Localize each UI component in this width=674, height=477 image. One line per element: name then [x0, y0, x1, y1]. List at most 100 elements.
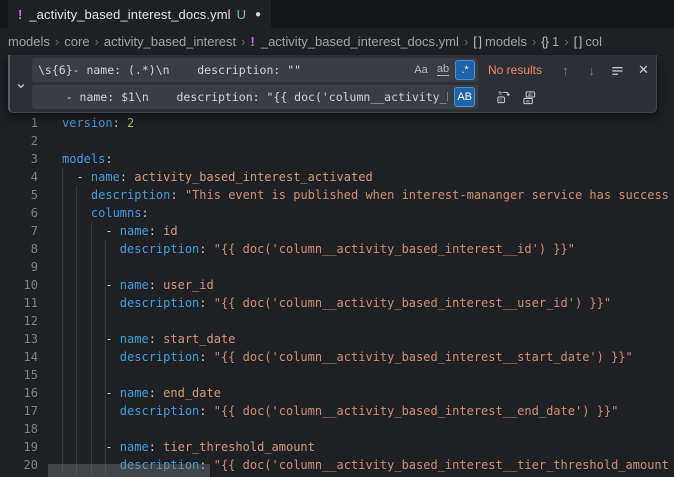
- line-number[interactable]: 10: [0, 276, 38, 294]
- breadcrumb-separator-icon: ›: [90, 34, 104, 49]
- line-number[interactable]: 17: [0, 402, 38, 420]
- breadcrumb-separator-icon: ›: [459, 34, 473, 49]
- editor-pane[interactable]: 1version: 223models:4 - name: activity_b…: [0, 54, 674, 477]
- array-symbol-icon: [ ]: [473, 34, 481, 49]
- toggle-replace-button[interactable]: ⌄: [10, 58, 32, 109]
- code-line-text: description: "{{ doc('column__activity_b…: [62, 402, 618, 420]
- breadcrumb-label: models: [485, 34, 527, 49]
- line-number[interactable]: 6: [0, 204, 38, 222]
- breadcrumb-item[interactable]: {} 1: [541, 34, 559, 49]
- line-number[interactable]: 15: [0, 366, 38, 384]
- line-number[interactable]: 14: [0, 348, 38, 366]
- code-line[interactable]: 15: [0, 366, 674, 384]
- svg-text:ac: ac: [525, 98, 530, 103]
- replace-input[interactable]: [32, 90, 454, 104]
- code-line[interactable]: 19 - name: tier_threshold_amount: [0, 438, 674, 456]
- tab-activity-docs[interactable]: ! _activity_based_interest_docs.yml U ●: [8, 0, 271, 28]
- line-number[interactable]: 11: [0, 294, 38, 312]
- breadcrumb-item[interactable]: [ ] models: [473, 34, 527, 49]
- code-line[interactable]: 11 description: "{{ doc('column__activit…: [0, 294, 674, 312]
- line-number[interactable]: 19: [0, 438, 38, 456]
- object-symbol-icon: {}: [541, 34, 548, 49]
- line-number[interactable]: 4: [0, 168, 38, 186]
- code-line-text: - name: id: [62, 222, 178, 240]
- code-line[interactable]: 14 description: "{{ doc('column__activit…: [0, 348, 674, 366]
- replace-icon: c fb: [496, 90, 511, 105]
- code-line[interactable]: 12: [0, 312, 674, 330]
- code-line[interactable]: 7 - name: id: [0, 222, 674, 240]
- code-line[interactable]: 18: [0, 420, 674, 438]
- find-in-selection-button[interactable]: [607, 60, 628, 81]
- breadcrumb-item[interactable]: core: [64, 34, 89, 49]
- next-match-button[interactable]: ↓: [581, 60, 602, 81]
- code-line[interactable]: 17 description: "{{ doc('column__activit…: [0, 402, 674, 420]
- breadcrumb-label: activity_based_interest: [104, 34, 236, 49]
- whole-word-icon: ab: [437, 64, 449, 76]
- breadcrumb-separator-icon: ›: [236, 34, 250, 49]
- svg-text:ab: ab: [528, 92, 533, 97]
- breadcrumb-label: models: [8, 34, 50, 49]
- breadcrumb-label: core: [64, 34, 89, 49]
- code-line[interactable]: 2: [0, 132, 674, 150]
- find-input-box: Aa ab .*: [32, 58, 478, 82]
- line-number[interactable]: 2: [0, 132, 38, 150]
- code-content: 1version: 223models:4 - name: activity_b…: [0, 114, 674, 474]
- line-number[interactable]: 12: [0, 312, 38, 330]
- match-case-button[interactable]: Aa: [411, 60, 431, 80]
- code-line-text: description: "{{ doc('column__activity_b…: [62, 348, 633, 366]
- line-number[interactable]: 3: [0, 150, 38, 168]
- replace-all-button[interactable]: ab ac: [519, 87, 540, 108]
- line-number[interactable]: 18: [0, 420, 38, 438]
- line-number[interactable]: 16: [0, 384, 38, 402]
- code-line[interactable]: 16 - name: end_date: [0, 384, 674, 402]
- code-line[interactable]: 13 - name: start_date: [0, 330, 674, 348]
- line-number[interactable]: 13: [0, 330, 38, 348]
- breadcrumb-separator-icon: ›: [527, 34, 541, 49]
- code-line-text: - name: start_date: [62, 330, 235, 348]
- whole-word-button[interactable]: ab: [433, 60, 453, 80]
- horizontal-scrollbar[interactable]: [48, 464, 210, 477]
- code-line[interactable]: 4 - name: activity_based_interest_activa…: [0, 168, 674, 186]
- code-line[interactable]: 5 description: "This event is published …: [0, 186, 674, 204]
- code-line[interactable]: 9: [0, 258, 674, 276]
- line-number[interactable]: 7: [0, 222, 38, 240]
- git-status-badge: U: [237, 7, 246, 22]
- code-line-text: description: "This event is published wh…: [62, 186, 669, 204]
- modified-dot-icon[interactable]: ●: [255, 9, 261, 20]
- line-number[interactable]: 8: [0, 240, 38, 258]
- line-number[interactable]: 9: [0, 258, 38, 276]
- regex-button[interactable]: .*: [455, 60, 475, 80]
- code-line[interactable]: 10 - name: user_id: [0, 276, 674, 294]
- code-line[interactable]: 8 description: "{{ doc('column__activity…: [0, 240, 674, 258]
- find-input[interactable]: [32, 63, 411, 77]
- close-button[interactable]: ✕: [633, 60, 654, 81]
- breadcrumb: models›core›activity_based_interest›!_ac…: [0, 28, 674, 54]
- previous-match-button[interactable]: ↑: [555, 60, 576, 81]
- code-line[interactable]: 6 columns:: [0, 204, 674, 222]
- chevron-down-icon: ⌄: [14, 79, 27, 89]
- replace-input-box: AB: [32, 85, 478, 109]
- svg-text:c: c: [499, 97, 502, 103]
- vscode-window: ! _activity_based_interest_docs.yml U ● …: [0, 0, 674, 477]
- arrow-up-icon: ↑: [562, 63, 569, 78]
- code-line[interactable]: 3models:: [0, 150, 674, 168]
- code-line[interactable]: 1version: 2: [0, 114, 674, 132]
- breadcrumb-label: 1: [552, 34, 559, 49]
- find-in-selection-icon: [610, 63, 625, 78]
- breadcrumb-label: _activity_based_interest_docs.yml: [261, 34, 459, 49]
- code-line-text: - name: user_id: [62, 276, 214, 294]
- breadcrumb-item[interactable]: ! _activity_based_interest_docs.yml: [251, 34, 459, 49]
- line-number[interactable]: 1: [0, 114, 38, 132]
- breadcrumb-item[interactable]: [ ]col: [574, 34, 602, 49]
- line-number[interactable]: 5: [0, 186, 38, 204]
- yaml-file-icon: !: [251, 34, 255, 49]
- yaml-file-icon: !: [18, 7, 22, 22]
- preserve-case-button[interactable]: AB: [454, 87, 475, 107]
- close-icon: ✕: [638, 62, 649, 78]
- find-replace-widget: ⌄ Aa ab .* No results ↑: [8, 55, 657, 113]
- breadcrumb-separator-icon: ›: [50, 34, 64, 49]
- line-number[interactable]: 20: [0, 456, 38, 474]
- breadcrumb-item[interactable]: activity_based_interest: [104, 34, 236, 49]
- breadcrumb-item[interactable]: models: [8, 34, 50, 49]
- replace-button[interactable]: c fb: [493, 87, 514, 108]
